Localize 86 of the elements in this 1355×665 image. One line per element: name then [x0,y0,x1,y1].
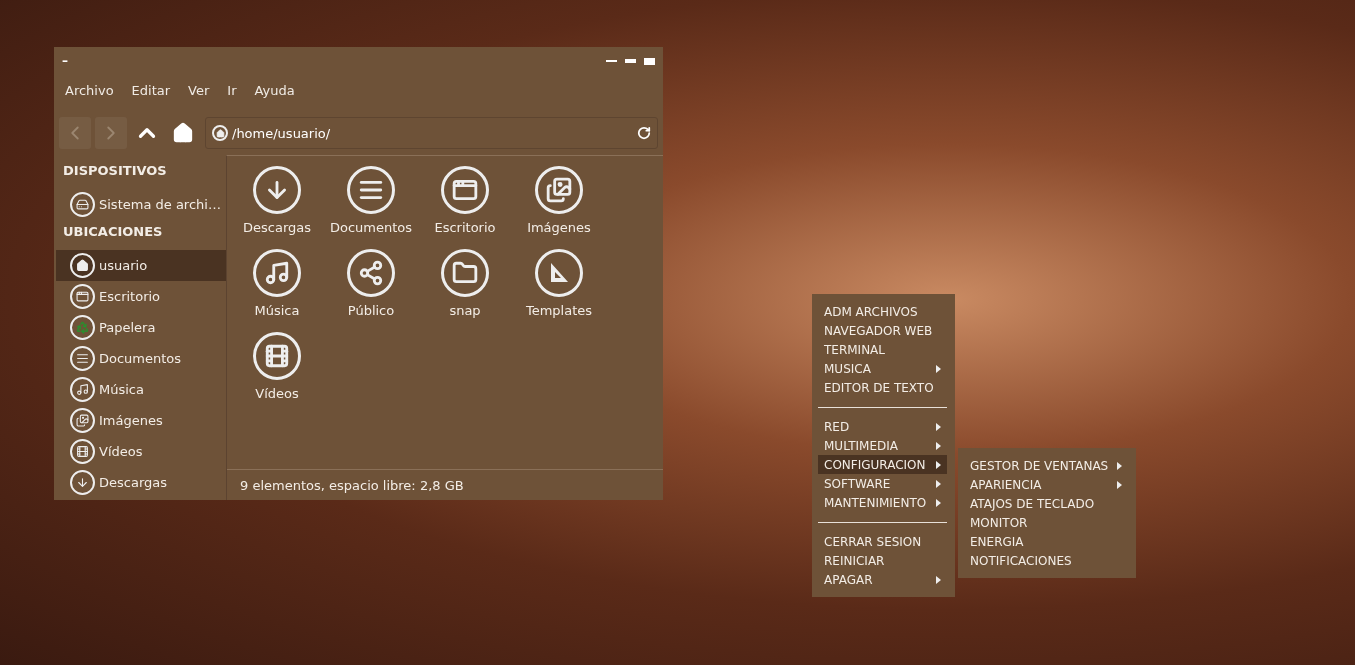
images-icon [70,408,95,433]
download-icon[interactable] [253,166,301,214]
sidebar-item-label: Vídeos [99,444,143,459]
recycle-icon [70,315,95,340]
file-label[interactable]: Escritorio [434,220,496,235]
submenu-arrow-icon [936,422,941,431]
sidebar-item[interactable]: usuario [56,250,226,281]
menu-item[interactable]: EDITOR DE TEXTO [818,378,947,397]
menu-item[interactable]: REINICIAR [818,551,947,570]
sidebar-item-label: Escritorio [99,289,161,304]
film-icon [70,439,95,464]
menu-item[interactable]: MULTIMEDIA [818,436,947,455]
status-bar: 9 elementos, espacio libre: 2,8 GB [227,469,663,500]
sidebar-item[interactable]: Documentos [56,343,226,374]
sidebar-item[interactable]: Música [56,374,226,405]
menu-bar-item[interactable]: Archivo [65,82,114,98]
window-icon[interactable] [441,166,489,214]
sidebar-item-label: Documentos [99,351,182,366]
file-label[interactable]: Música [254,303,300,318]
sidebar-item-label: Papelera [99,320,156,335]
document-icon[interactable] [347,166,395,214]
submenu-arrow-icon [936,364,941,373]
file-label[interactable]: Imágenes [527,220,591,235]
sidebar-item[interactable]: Escritorio [56,281,226,312]
submenu-arrow-icon [1117,461,1122,470]
file-label[interactable]: Vídeos [255,386,299,401]
sidebar-item-label: usuario [99,258,148,273]
images-icon[interactable] [535,166,583,214]
download-icon [70,470,95,495]
sidebar-item[interactable]: Papelera [56,312,226,343]
sidebar-item[interactable]: Imágenes [56,405,226,436]
menu-item[interactable]: MUSICA [818,359,947,378]
menu-bar-item[interactable]: Editar [131,82,171,98]
sidebar-item[interactable]: Sistema de archi… [56,189,226,220]
menu-bar-item[interactable]: Ayuda [254,82,295,98]
menu-item[interactable]: RED [818,417,947,436]
close-icon[interactable] [644,57,655,65]
sidebar-item-label: Descargas [99,475,167,490]
reload-icon[interactable] [637,126,651,140]
sidebar-item-label: Imágenes [99,413,163,428]
menu-item[interactable]: NAVEGADOR WEB [818,321,947,340]
file-label[interactable]: Descargas [243,220,311,235]
path-field[interactable]: /home/usuario/ [205,117,658,149]
menu-item[interactable]: ENERGIA [964,532,1128,551]
submenu-arrow-icon [936,498,941,507]
submenu-arrow-icon [936,575,941,584]
menu-bar-item[interactable]: Ver [188,82,210,98]
film-icon[interactable] [253,332,301,380]
submenu-arrow-icon [936,479,941,488]
submenu-arrow-icon [1117,480,1122,489]
sidebar-heading: UBICACIONES [62,223,164,241]
menu-item[interactable]: SOFTWARE [818,474,947,493]
menu-item[interactable]: APAGAR [818,570,947,589]
menu-item[interactable]: TERMINAL [818,340,947,359]
menu-item[interactable]: MONITOR [964,513,1128,532]
sidebar-item-label: Sistema de archi… [99,197,221,212]
menu-item[interactable]: MANTENIMIENTO [818,493,947,512]
file-label[interactable]: Público [347,303,395,318]
music-note-icon[interactable] [253,249,301,297]
window-title: – [62,54,68,68]
home-icon [172,122,194,144]
menu-item[interactable]: GESTOR DE VENTANAS [964,456,1128,475]
share-icon[interactable] [347,249,395,297]
menu-item[interactable]: ATAJOS DE TECLADO [964,494,1128,513]
file-label[interactable]: snap [449,303,481,318]
menu-item[interactable]: CONFIGURACION [818,455,947,474]
document-icon [70,346,95,371]
file-label[interactable]: Documentos [329,220,413,235]
file-label[interactable]: Templates [525,303,593,318]
menu-item[interactable]: CERRAR SESION [818,532,947,551]
menu-item[interactable]: ADM ARCHIVOS [818,302,947,321]
sidebar-item[interactable]: Descargas [56,467,226,498]
music-note-icon [70,377,95,402]
sidebar-item[interactable]: Vídeos [56,436,226,467]
submenu-arrow-icon [936,460,941,469]
folder-icon[interactable] [441,249,489,297]
home-icon [212,125,228,141]
sidebar-heading: DISPOSITIVOS [62,162,168,180]
menu-item[interactable]: APARIENCIA [964,475,1128,494]
sidebar-item-label: Música [99,382,144,397]
menu-bar-item[interactable]: Ir [227,82,237,98]
home-icon [70,253,95,278]
window-icon [70,284,95,309]
submenu-arrow-icon [936,441,941,450]
drive-icon [70,192,95,217]
menu-item[interactable]: NOTIFICACIONES [964,551,1128,570]
